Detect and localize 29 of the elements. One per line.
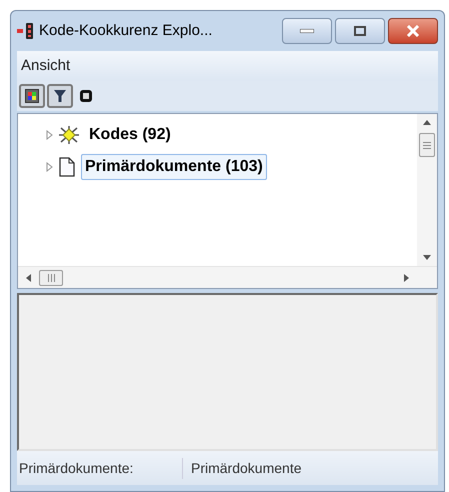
maximize-button[interactable] — [335, 18, 385, 44]
menu-item[interactable]: Ansicht — [19, 54, 72, 78]
vertical-scrollbar[interactable] — [417, 114, 437, 266]
tree-item[interactable]: Primärdokumente (103) — [81, 154, 267, 180]
horizontal-scrollbar[interactable] — [18, 266, 437, 288]
filter-icon — [53, 89, 67, 103]
star-node-icon — [59, 126, 79, 144]
color-squares-icon — [25, 89, 39, 103]
expand-arrow-icon[interactable] — [46, 162, 53, 172]
minimize-icon — [300, 29, 314, 33]
app-icon — [17, 22, 35, 40]
square-frame-icon — [79, 89, 93, 103]
document-icon — [59, 157, 75, 177]
tree-item[interactable]: Kodes (92) — [85, 122, 175, 148]
scroll-thumb[interactable] — [39, 270, 63, 286]
scroll-thumb[interactable] — [419, 133, 435, 157]
close-button[interactable] — [388, 18, 438, 44]
window-title: Kode-Kookkurenz Explo... — [39, 20, 212, 41]
maximize-icon — [354, 26, 366, 36]
scroll-down-icon[interactable] — [423, 255, 431, 260]
status-text: Primärdokumente — [190, 458, 302, 478]
scroll-left-icon[interactable] — [26, 274, 31, 282]
scroll-up-icon[interactable] — [423, 120, 431, 125]
status-text: Primärdokumente: — [17, 458, 183, 478]
scroll-right-icon[interactable] — [404, 274, 409, 282]
expand-arrow-icon[interactable] — [46, 130, 53, 140]
toolbar-button[interactable] — [47, 84, 73, 108]
toolbar-button[interactable] — [19, 84, 45, 108]
close-icon — [406, 25, 420, 37]
